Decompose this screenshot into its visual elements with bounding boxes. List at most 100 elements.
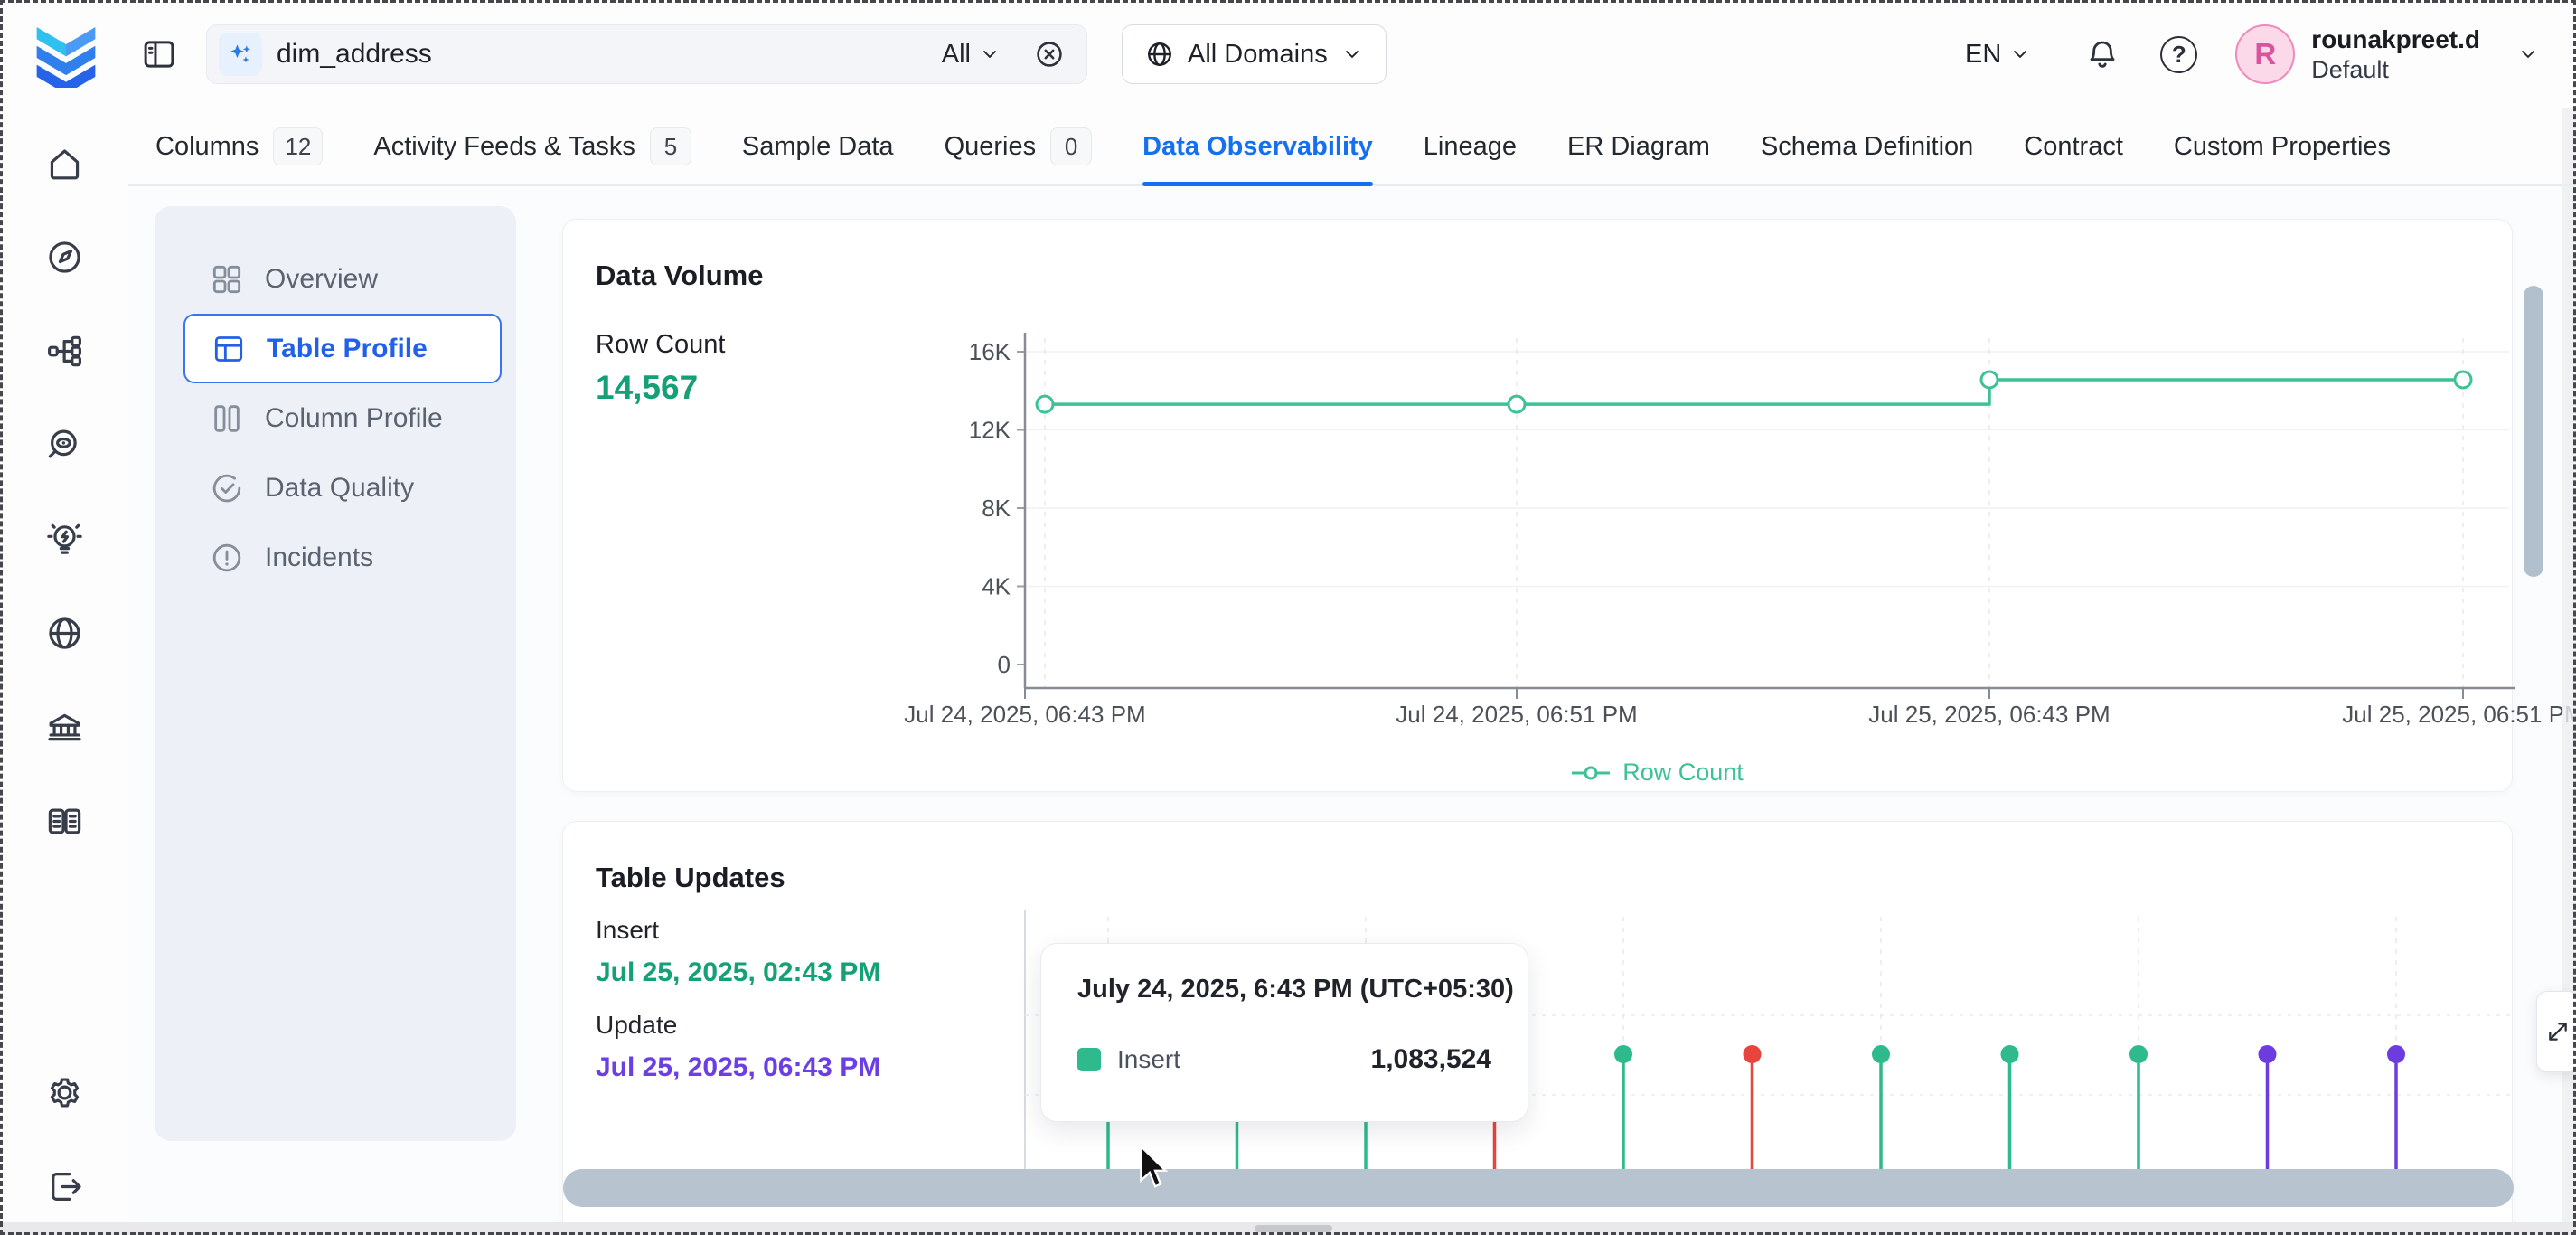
profile-nav-column-profile[interactable]: Column Profile bbox=[183, 383, 502, 453]
svg-text:16K: 16K bbox=[969, 338, 1011, 365]
stat-label: Update bbox=[596, 1011, 894, 1040]
ai-sparkle-icon[interactable] bbox=[219, 33, 262, 76]
vertical-scrollbar[interactable] bbox=[2524, 286, 2543, 577]
explore-icon bbox=[44, 237, 85, 278]
tooltip-title: July 24, 2025, 6:43 PM (UTC+05:30) bbox=[1077, 975, 1491, 1004]
help-icon[interactable]: ? bbox=[2160, 36, 2197, 73]
profile-nav-label: Table Profile bbox=[267, 334, 428, 364]
tab-queries[interactable]: Queries0 bbox=[945, 108, 1093, 184]
rail-glossary-button[interactable] bbox=[42, 799, 86, 843]
tab-activity-feeds-tasks[interactable]: Activity Feeds & Tasks 5 bbox=[373, 108, 691, 184]
settings-icon bbox=[44, 1072, 85, 1113]
language-selector[interactable]: EN bbox=[1965, 40, 2032, 70]
tab-label: Data Observability bbox=[1142, 132, 1373, 162]
grid-icon bbox=[209, 261, 245, 297]
profile-nav-table-profile[interactable]: Table Profile bbox=[183, 314, 502, 383]
search-scope-label: All bbox=[942, 40, 971, 70]
profile-nav-incidents[interactable]: Incidents bbox=[183, 523, 502, 592]
metric-label: Row Count bbox=[596, 330, 725, 360]
search-scope-select[interactable]: All bbox=[942, 40, 1001, 70]
glossary-icon bbox=[44, 801, 85, 842]
profile-nav-label: Data Quality bbox=[265, 473, 414, 504]
notifications-bell-icon[interactable] bbox=[2084, 36, 2120, 72]
tab-label: Sample Data bbox=[742, 132, 894, 162]
profile-nav-data-quality[interactable]: Data Quality bbox=[183, 453, 502, 523]
alert-circle-icon bbox=[209, 540, 245, 576]
card-title: Table Updates bbox=[596, 862, 785, 894]
rail-govern-button[interactable] bbox=[42, 705, 86, 749]
tab-lineage[interactable]: Lineage bbox=[1424, 108, 1517, 184]
tab-data-observability[interactable]: Data Observability bbox=[1142, 108, 1373, 184]
user-menu[interactable]: R rounakpreet.d Default bbox=[2235, 24, 2540, 84]
legend-label: Row Count bbox=[1622, 759, 1744, 787]
tab-columns[interactable]: Columns12 bbox=[155, 108, 323, 184]
rail-logout-button[interactable] bbox=[42, 1164, 86, 1208]
app-screen: dim_address All All Domains EN ? bbox=[0, 0, 2576, 1235]
chevron-down-icon bbox=[2008, 42, 2032, 66]
chart-tooltip: July 24, 2025, 6:43 PM (UTC+05:30) Inser… bbox=[1040, 943, 1528, 1122]
rail-observability-button[interactable] bbox=[42, 423, 86, 467]
profile-nav-label: Overview bbox=[265, 264, 378, 295]
tab-label: Queries bbox=[945, 132, 1037, 162]
tab-label: Schema Definition bbox=[1761, 132, 1973, 162]
check-circle-icon bbox=[209, 470, 245, 506]
rail-insights-button[interactable] bbox=[42, 517, 86, 561]
sidebar-toggle-icon[interactable] bbox=[139, 34, 179, 74]
table-updates-card: Table Updates Insert Jul 25, 2025, 02:43 … bbox=[562, 821, 2513, 1235]
search-input[interactable]: dim_address bbox=[277, 39, 942, 70]
tooltip-series-label: Insert bbox=[1117, 1045, 1180, 1074]
chart-legend[interactable]: Row Count bbox=[1467, 759, 1847, 787]
tooltip-series-value: 1,083,524 bbox=[1371, 1044, 1491, 1075]
profile-nav-label: Column Profile bbox=[265, 403, 443, 434]
tab-schema-definition[interactable]: Schema Definition bbox=[1761, 108, 1973, 184]
tab-er-diagram[interactable]: ER Diagram bbox=[1567, 108, 1710, 184]
series-swatch-icon bbox=[1077, 1048, 1101, 1071]
profile-nav-label: Incidents bbox=[265, 542, 373, 573]
table-icon bbox=[211, 331, 247, 367]
app-logo-icon[interactable] bbox=[33, 21, 99, 88]
svg-text:8K: 8K bbox=[982, 495, 1011, 522]
user-team: Default bbox=[2311, 55, 2480, 84]
row-count-metric: Row Count 14,567 bbox=[596, 330, 725, 407]
search-clear-icon[interactable] bbox=[1032, 37, 1067, 71]
global-search[interactable]: dim_address All bbox=[206, 24, 1087, 84]
columns-icon bbox=[209, 401, 245, 437]
svg-text:12K: 12K bbox=[969, 417, 1011, 444]
globe-icon bbox=[1144, 39, 1175, 70]
entity-tabs: Columns12 Activity Feeds & Tasks 5 Sample D… bbox=[0, 108, 2576, 186]
horizontal-scrollbar[interactable] bbox=[563, 1169, 2514, 1207]
tab-custom-properties[interactable]: Custom Properties bbox=[2174, 108, 2391, 184]
domains-label: All Domains bbox=[1188, 40, 1328, 70]
tab-label: Lineage bbox=[1424, 132, 1517, 162]
svg-text:Jul 24, 2025, 06:43 PM: Jul 24, 2025, 06:43 PM bbox=[904, 701, 1145, 728]
chevron-down-icon[interactable] bbox=[2516, 42, 2540, 66]
tab-sample-data[interactable]: Sample Data bbox=[742, 108, 894, 184]
domains-selector[interactable]: All Domains bbox=[1122, 24, 1387, 84]
stat-value: Jul 25, 2025, 06:43 PM bbox=[596, 1047, 885, 1088]
rail-settings-button[interactable] bbox=[42, 1070, 86, 1114]
stat-value: Jul 25, 2025, 02:43 PM bbox=[596, 952, 885, 993]
tab-label: Contract bbox=[2024, 132, 2123, 162]
profile-nav-overview[interactable]: Overview bbox=[183, 244, 502, 314]
row-count-chart: 04K8K12K16KJul 24, 2025, 06:43 PMJul 24,… bbox=[1013, 313, 2523, 738]
user-name: rounakpreet.d bbox=[2311, 24, 2480, 55]
svg-text:Jul 25, 2025, 06:51 PM: Jul 25, 2025, 06:51 PM bbox=[2342, 701, 2576, 728]
help-glyph: ? bbox=[2160, 36, 2197, 73]
tab-count-badge: 12 bbox=[273, 127, 323, 165]
expand-button[interactable] bbox=[2536, 991, 2576, 1072]
rail-domains-button[interactable] bbox=[42, 611, 86, 655]
svg-text:4K: 4K bbox=[982, 573, 1011, 600]
tab-label: ER Diagram bbox=[1567, 132, 1710, 162]
rail-home-button[interactable] bbox=[42, 141, 86, 184]
rail-explore-button[interactable] bbox=[42, 235, 86, 278]
svg-text:Jul 24, 2025, 06:51 PM: Jul 24, 2025, 06:51 PM bbox=[1396, 701, 1637, 728]
tab-contract[interactable]: Contract bbox=[2024, 108, 2123, 184]
tooltip-row: Insert 1,083,524 bbox=[1077, 1044, 1491, 1075]
rail-lineage-button[interactable] bbox=[42, 329, 86, 372]
govern-icon bbox=[44, 707, 85, 748]
left-rail bbox=[0, 108, 128, 1235]
window-hscrollbar[interactable] bbox=[0, 1222, 2576, 1235]
tab-count-badge: 5 bbox=[650, 127, 691, 165]
avatar[interactable]: R bbox=[2235, 24, 2295, 84]
tab-label: Activity Feeds & Tasks bbox=[373, 132, 635, 162]
